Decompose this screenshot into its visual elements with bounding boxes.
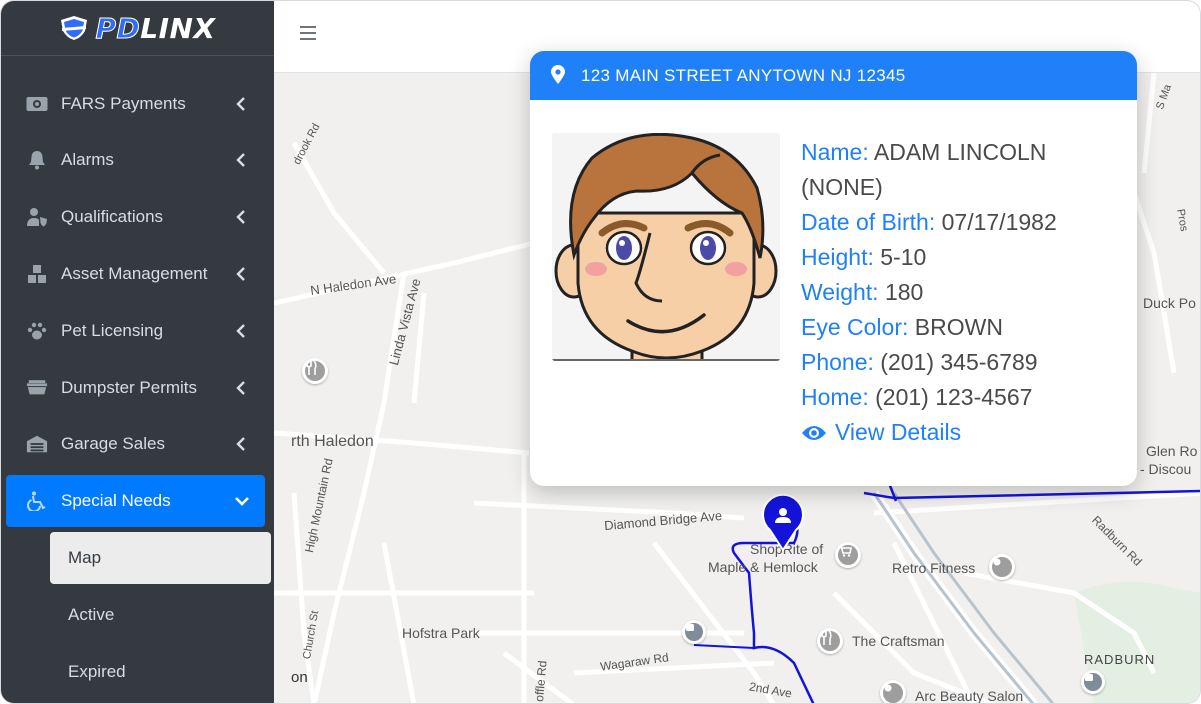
chevron-left-icon [236, 97, 245, 111]
name-label: Name: [801, 139, 869, 165]
sidebar-item-alarms[interactable]: Alarms [6, 134, 265, 186]
fitness-poi-icon[interactable] [989, 554, 1015, 580]
brand-pd: PD [95, 11, 141, 45]
sidebar-item-qualifications[interactable]: Qualifications [6, 191, 265, 243]
chevron-left-icon [236, 153, 245, 167]
eye-color-value: BROWN [914, 314, 1003, 340]
dob-value: 07/17/1982 [941, 209, 1057, 235]
home-label: Home: [801, 384, 869, 410]
salon-poi-icon[interactable] [880, 680, 906, 703]
map-label: on [291, 669, 308, 686]
restaurant-poi-icon[interactable] [302, 358, 328, 384]
sidebar-item-special-needs[interactable]: Special Needs [6, 475, 265, 527]
person-info-popup: 123 MAIN STREET ANYTOWN NJ 12345 Name: A… [530, 51, 1137, 486]
person-details: Name: ADAM LINCOLN (NONE) Date of Birth:… [801, 135, 1121, 450]
sidebar-item-label: Alarms [61, 150, 114, 169]
phone-row: Phone: (201) 345-6789 [801, 345, 1121, 380]
sidebar-item-label: Dumpster Permits [61, 378, 198, 397]
sidebar-item-label: Qualifications [61, 207, 164, 226]
alias-value: (NONE) [801, 174, 883, 200]
sidebar: PDLINX FARS Payments Alarms Qualificatio… [1, 1, 274, 703]
home-row: Home: (201) 123-4567 [801, 380, 1121, 415]
name-row: Name: ADAM LINCOLN [801, 135, 1121, 170]
sidebar-subitem-map[interactable]: Map [50, 532, 271, 584]
shopping-cart-poi-icon[interactable] [835, 542, 861, 568]
weight-label: Weight: [801, 279, 879, 305]
home-value: (201) 123-4567 [875, 384, 1033, 410]
weight-value: 180 [884, 279, 924, 305]
popup-address: 123 MAIN STREET ANYTOWN NJ 12345 [581, 65, 906, 85]
transit-stop-icon[interactable] [682, 620, 706, 644]
map-label: The Craftsman [852, 633, 945, 649]
height-value: 5-10 [880, 244, 927, 270]
transit-stop-icon[interactable] [1081, 670, 1105, 694]
eye-color-row: Eye Color: BROWN [801, 310, 1121, 345]
phone-label: Phone: [801, 349, 874, 375]
sidebar-item-asset-management[interactable]: Asset Management [6, 248, 265, 300]
height-label: Height: [801, 244, 874, 270]
sidebar-item-fars-payments[interactable]: FARS Payments [6, 78, 265, 130]
dob-label: Date of Birth: [801, 209, 936, 235]
dumpster-icon [26, 378, 48, 398]
brand-linx: LINX [140, 11, 216, 45]
chevron-down-icon [235, 497, 249, 506]
map-label: - Discou [1140, 461, 1192, 477]
chevron-left-icon [236, 210, 245, 224]
sidebar-item-label: Special Needs [61, 491, 171, 510]
sidebar-item-pet-licensing[interactable]: Pet Licensing [6, 305, 265, 357]
bell-icon [26, 150, 48, 170]
money-icon [26, 94, 48, 114]
paw-icon [26, 321, 48, 341]
warehouse-icon [26, 434, 48, 454]
chevron-left-icon [236, 381, 245, 395]
map-label: Arc Beauty Salon [915, 688, 1024, 704]
sidebar-item-label: Pet Licensing [61, 321, 164, 340]
weight-row: Weight: 180 [801, 275, 1121, 310]
phone-value: (201) 345-6789 [880, 349, 1038, 375]
sidebar-item-label: Asset Management [61, 264, 208, 283]
name-value: ADAM LINCOLN [873, 139, 1047, 165]
dob-row: Date of Birth: 07/17/1982 [801, 205, 1121, 240]
sidebar-subitem-active[interactable]: Active [50, 589, 271, 641]
chevron-left-icon [236, 437, 245, 451]
map-label: Glen Ro [1146, 443, 1198, 459]
sidebar-item-dumpster-permits[interactable]: Dumpster Permits [6, 362, 265, 414]
sidebar-subitem-expired[interactable]: Expired [50, 646, 271, 698]
map-label: RADBURN [1084, 652, 1156, 667]
brand-logo[interactable]: PDLINX [1, 1, 274, 56]
restaurant-poi-icon[interactable] [817, 628, 843, 654]
chevron-left-icon [236, 267, 245, 281]
eye-icon [802, 425, 826, 440]
sidebar-item-label: Garage Sales [61, 434, 165, 453]
view-details-link[interactable]: View Details [801, 415, 1121, 450]
eye-color-label: Eye Color: [801, 314, 909, 340]
map-label: Hofstra Park [402, 625, 480, 641]
menu-toggle-icon[interactable] [300, 26, 316, 40]
police-badge-icon [61, 16, 88, 40]
map-pin-icon [551, 65, 565, 84]
person-avatar [552, 133, 780, 361]
boxes-icon [26, 264, 48, 284]
height-row: Height: 5-10 [801, 240, 1121, 275]
sidebar-item-label: FARS Payments [61, 94, 186, 113]
sidebar-item-garage-sales[interactable]: Garage Sales [6, 418, 265, 470]
map-label: Duck Po [1143, 295, 1196, 311]
popup-header: 123 MAIN STREET ANYTOWN NJ 12345 [530, 51, 1137, 100]
view-details-label: View Details [835, 419, 962, 445]
map-label: Retro Fitness [892, 560, 976, 576]
chevron-left-icon [236, 324, 245, 338]
wheelchair-icon [26, 491, 48, 511]
user-shield-icon [26, 207, 48, 227]
app-window: PDLINX FARS Payments Alarms Qualificatio… [0, 0, 1201, 704]
person-location-marker-icon[interactable] [760, 494, 806, 552]
map-label: rth Haledon [291, 433, 374, 450]
map-label: Maple & Hemlock [708, 559, 818, 575]
